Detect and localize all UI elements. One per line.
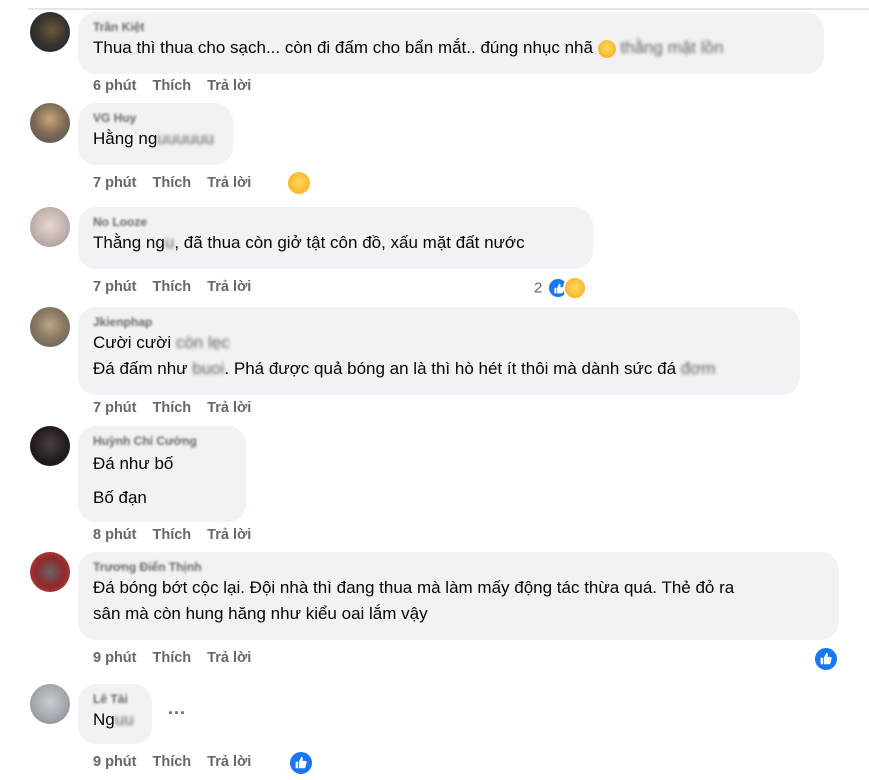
reply-button[interactable]: Trả lời (207, 400, 251, 416)
reply-button[interactable]: Trả lời (207, 78, 251, 94)
comment-text: Bố đạn (93, 488, 147, 507)
smirk-emoji-icon (597, 39, 616, 58)
like-button[interactable]: Thích (153, 754, 192, 770)
reaction-summary[interactable]: 2 (534, 276, 587, 300)
comment-actions: 7 phút Thích Trả lời (93, 400, 267, 416)
reply-button[interactable]: Trả lời (207, 527, 251, 543)
commenter-name[interactable]: VG Huy (93, 110, 219, 126)
commenter-name[interactable]: Lê Tài (93, 691, 138, 707)
timestamp[interactable]: 8 phút (93, 527, 137, 543)
reaction-summary[interactable] (813, 646, 839, 672)
more-options-button[interactable]: ... (168, 698, 186, 719)
grinning-emoji-icon (288, 172, 310, 194)
comment-actions: 6 phút Thích Trả lời (93, 78, 267, 94)
comment-actions: 8 phút Thích Trả lời (93, 527, 267, 543)
comment-actions: 7 phút Thích Trả lời (93, 279, 267, 295)
comment-bubble: Huỳnh Chí Cường Đá như bố Bố đạn (78, 426, 246, 522)
comment-bubble: Trương Điển Thịnh Đá bóng bớt cộc lại. Đ… (78, 552, 839, 640)
avatar[interactable] (30, 684, 70, 724)
like-button[interactable]: Thích (153, 175, 192, 191)
laughing-emoji-icon (562, 276, 587, 300)
comment-text: Đá bóng bớt cộc lại. Đội nhà thì đang th… (93, 578, 735, 597)
avatar[interactable] (30, 103, 70, 143)
commenter-name[interactable]: No Looze (93, 214, 579, 230)
timestamp[interactable]: 7 phút (93, 175, 137, 191)
avatar[interactable] (30, 207, 70, 247)
top-divider (28, 8, 869, 10)
reply-button[interactable]: Trả lời (207, 175, 251, 191)
comment-text: Thằng ngu, đã thua còn giở tật côn đồ, x… (93, 233, 525, 252)
commenter-name[interactable]: Huỳnh Chí Cường (93, 433, 232, 449)
comment-actions: 7 phút Thích Trả lời (93, 175, 267, 191)
comment-text: Thua thì thua cho sạch... còn đi đấm cho… (93, 38, 724, 58)
like-button[interactable]: Thích (153, 400, 192, 416)
avatar[interactable] (30, 12, 70, 52)
commenter-name[interactable]: Trương Điển Thịnh (93, 559, 825, 575)
timestamp[interactable]: 9 phút (93, 754, 137, 770)
comment-text: Nguu (93, 710, 134, 729)
reaction-summary[interactable] (288, 172, 310, 194)
like-button[interactable]: Thích (153, 78, 192, 94)
comment-actions: 9 phút Thích Trả lời (93, 754, 267, 770)
comment-text: sân mà còn hung hăng như kiểu oai lắm vậ… (93, 604, 428, 623)
comment-actions: 9 phút Thích Trả lời (93, 650, 267, 666)
comment-text: Cười cười còn lẹc (93, 333, 230, 352)
avatar[interactable] (30, 552, 70, 592)
timestamp[interactable]: 7 phút (93, 279, 137, 295)
reply-button[interactable]: Trả lời (207, 650, 251, 666)
comment-text: Đá như bố (93, 454, 174, 473)
comment-bubble: Lê Tài Nguu (78, 684, 152, 744)
like-reaction-icon (813, 646, 839, 672)
like-reaction-icon (288, 750, 314, 776)
comment-bubble: No Looze Thằng ngu, đã thua còn giở tật … (78, 207, 593, 269)
avatar[interactable] (30, 426, 70, 466)
like-button[interactable]: Thích (153, 650, 192, 666)
avatar[interactable] (30, 307, 70, 347)
timestamp[interactable]: 7 phút (93, 400, 137, 416)
commenter-name[interactable]: Jkienphap (93, 314, 786, 330)
reply-button[interactable]: Trả lời (207, 754, 251, 770)
reaction-summary[interactable] (288, 750, 314, 776)
timestamp[interactable]: 6 phút (93, 78, 137, 94)
like-button[interactable]: Thích (153, 279, 192, 295)
timestamp[interactable]: 9 phút (93, 650, 137, 666)
comment-text: Hằng nguuuuuu (93, 129, 215, 148)
reaction-count: 2 (534, 279, 543, 297)
like-button[interactable]: Thích (153, 527, 192, 543)
commenter-name[interactable]: Trần Kiệt (93, 19, 810, 35)
comment-bubble: VG Huy Hằng nguuuuuu (78, 103, 233, 165)
comment-bubble: Trần Kiệt Thua thì thua cho sạch... còn … (78, 12, 824, 74)
comment-bubble: Jkienphap Cười cười còn lẹc Đá đấm như b… (78, 307, 800, 395)
comment-text: Đá đấm như buoi. Phá được quả bóng an là… (93, 359, 716, 378)
reply-button[interactable]: Trả lời (207, 279, 251, 295)
